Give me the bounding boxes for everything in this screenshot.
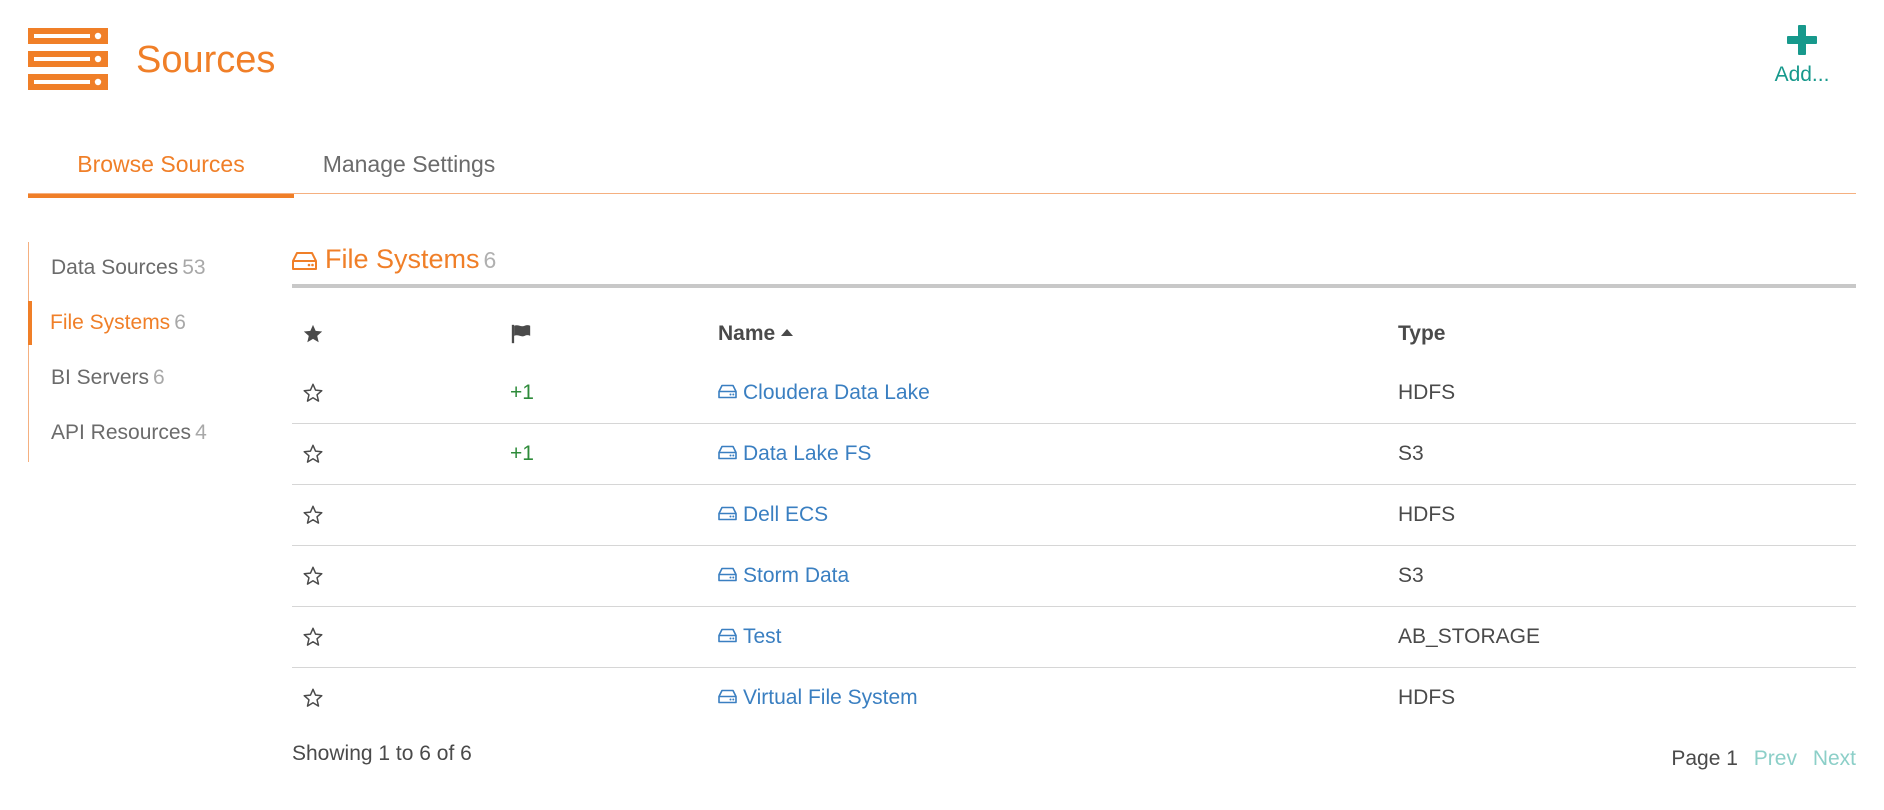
prev-page-link[interactable]: Prev — [1754, 747, 1797, 770]
star-outline-icon[interactable] — [302, 504, 324, 526]
column-flag[interactable] — [510, 305, 590, 363]
hard-drive-icon — [718, 629, 737, 643]
source-link[interactable]: Storm Data — [718, 564, 849, 587]
name-cell: Storm Data — [718, 546, 1318, 606]
source-link[interactable]: Test — [718, 625, 782, 648]
type-cell: S3 — [1398, 442, 1424, 465]
source-name: Data Lake FS — [743, 442, 872, 465]
type-cell: HDFS — [1398, 686, 1456, 709]
source-link[interactable]: Dell ECS — [718, 503, 828, 526]
table-row: Virtual File System HDFS — [292, 668, 1856, 729]
vote-count: +1 — [510, 381, 534, 404]
sidebar-item-label: BI Servers — [51, 366, 150, 389]
type-cell: HDFS — [1398, 381, 1456, 404]
sidebar-item-label: API Resources — [51, 421, 192, 444]
sidebar-item-count: 4 — [195, 421, 207, 444]
section-title: File Systems 6 — [325, 244, 496, 275]
next-page-link[interactable]: Next — [1813, 747, 1856, 770]
type-cell: S3 — [1398, 564, 1424, 587]
sidebar-item-count: 53 — [182, 256, 206, 279]
page-title: Sources — [136, 39, 276, 81]
sidebar-item-label: Data Sources — [51, 256, 179, 279]
star-outline-icon[interactable] — [302, 687, 324, 709]
sort-ascending-icon — [781, 329, 794, 337]
server-stack-icon — [28, 28, 108, 90]
vote-count — [510, 668, 590, 728]
showing-summary: Showing 1 to 6 of 6 — [292, 742, 472, 765]
hard-drive-icon — [718, 507, 737, 521]
sources-page: Sources Add... Browse Sources Manage Set… — [0, 0, 1884, 810]
table-row: +1 Data Lake FS S3 — [292, 424, 1856, 485]
section-header: File Systems 6 — [292, 242, 1856, 288]
plus-icon — [1787, 25, 1817, 55]
vote-count — [510, 546, 590, 606]
file-systems-table: Name Type +1 Cloudera Data Lake HDFS +1 … — [292, 305, 1856, 729]
sidebar-item-file-systems[interactable]: File Systems 6 — [28, 301, 228, 345]
vote-count — [510, 485, 590, 545]
flag-icon — [511, 325, 531, 344]
sidebar: Data Sources 53 File Systems 6 BI Servers 6… — [28, 242, 228, 462]
table-row: Dell ECS HDFS — [292, 485, 1856, 546]
name-cell: Cloudera Data Lake — [718, 363, 1318, 423]
sidebar-item-data-sources[interactable]: Data Sources 53 — [29, 246, 229, 290]
hard-drive-icon — [718, 690, 737, 704]
table-row: Storm Data S3 — [292, 546, 1856, 607]
star-cell — [302, 424, 342, 484]
star-filled-icon — [303, 325, 323, 343]
column-name[interactable]: Name — [718, 305, 1318, 363]
sidebar-item-count: 6 — [153, 366, 165, 389]
source-name: Cloudera Data Lake — [743, 381, 930, 404]
tab-bar: Browse Sources Manage Settings — [28, 140, 1856, 198]
column-name-label: Name — [718, 322, 776, 345]
name-cell: Data Lake FS — [718, 424, 1318, 484]
table-row: +1 Cloudera Data Lake HDFS — [292, 363, 1856, 424]
add-label: Add... — [1774, 63, 1830, 86]
star-cell — [302, 546, 342, 606]
hard-drive-icon — [718, 568, 737, 582]
name-cell: Virtual File System — [718, 668, 1318, 728]
hard-drive-icon — [718, 385, 737, 399]
sidebar-item-label: File Systems — [50, 311, 171, 334]
hard-drive-icon — [292, 252, 317, 270]
source-name: Test — [743, 625, 782, 648]
type-cell: HDFS — [1398, 503, 1456, 526]
table-row: Test AB_STORAGE — [292, 607, 1856, 668]
star-outline-icon[interactable] — [302, 626, 324, 648]
tab-browse-sources[interactable]: Browse Sources — [28, 140, 294, 198]
star-cell — [302, 668, 342, 728]
sidebar-item-count: 6 — [174, 311, 186, 334]
source-name: Storm Data — [743, 564, 850, 587]
source-link[interactable]: Cloudera Data Lake — [718, 381, 930, 404]
star-cell — [302, 607, 342, 667]
star-outline-icon[interactable] — [302, 443, 324, 465]
vote-count: +1 — [510, 442, 534, 465]
name-cell: Dell ECS — [718, 485, 1318, 545]
star-cell — [302, 363, 342, 423]
pagination: Page 1 Prev Next — [1671, 747, 1856, 771]
table-header: Name Type — [292, 305, 1856, 363]
star-outline-icon[interactable] — [302, 565, 324, 587]
column-type[interactable]: Type — [1398, 305, 1698, 363]
sidebar-item-bi-servers[interactable]: BI Servers 6 — [29, 356, 229, 400]
hard-drive-icon — [718, 446, 737, 460]
column-star[interactable] — [302, 305, 342, 363]
add-source-button[interactable]: Add... — [1760, 20, 1844, 96]
sidebar-item-api-resources[interactable]: API Resources 4 — [29, 411, 229, 455]
name-cell: Test — [718, 607, 1318, 667]
source-name: Dell ECS — [743, 503, 829, 526]
source-name: Virtual File System — [743, 686, 918, 709]
section-title-text: File Systems — [325, 244, 480, 274]
vote-count — [510, 607, 590, 667]
type-cell: AB_STORAGE — [1398, 625, 1540, 648]
star-outline-icon[interactable] — [302, 382, 324, 404]
tab-manage-settings[interactable]: Manage Settings — [294, 140, 524, 194]
page-indicator: Page 1 — [1671, 747, 1738, 770]
star-cell — [302, 485, 342, 545]
section-count: 6 — [483, 247, 497, 273]
source-link[interactable]: Data Lake FS — [718, 442, 871, 465]
source-link[interactable]: Virtual File System — [718, 686, 918, 709]
